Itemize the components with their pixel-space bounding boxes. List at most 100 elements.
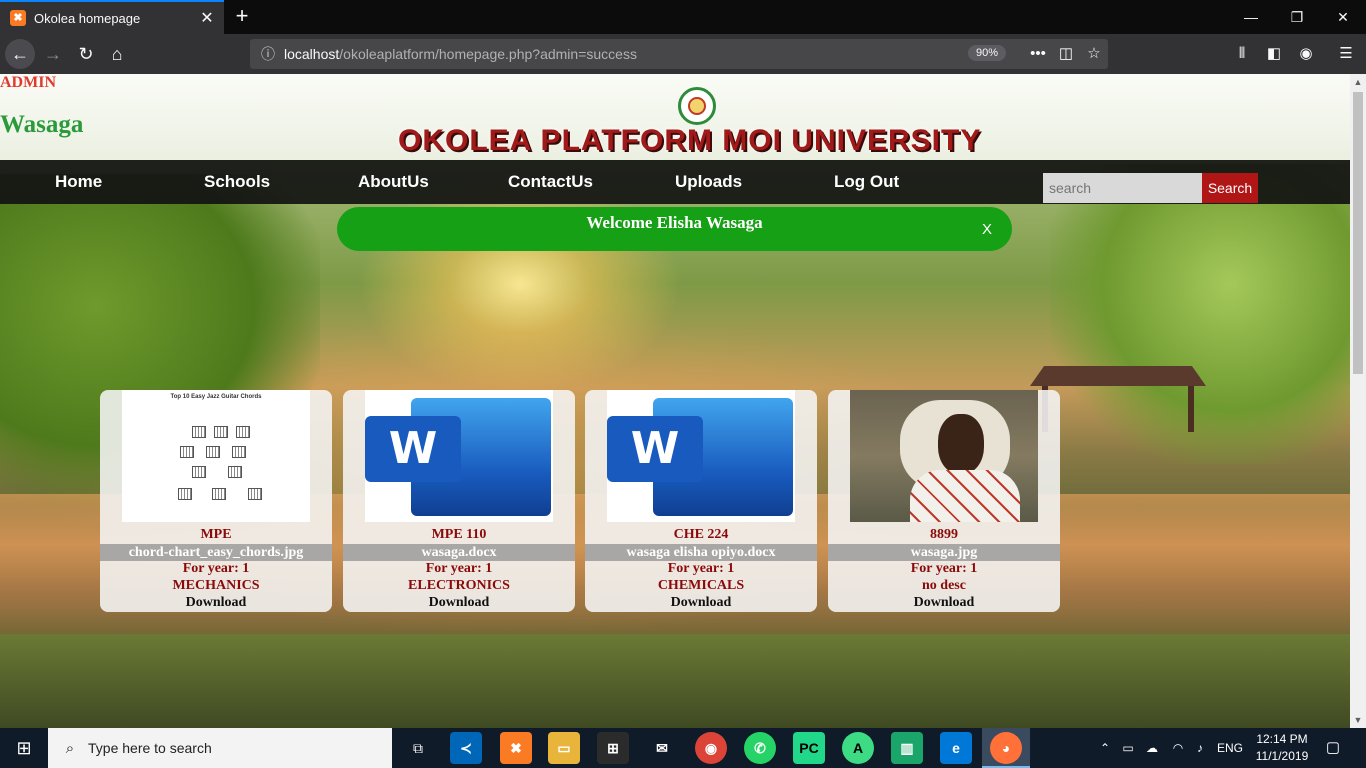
admin-label: ADMIN [0, 74, 56, 91]
menu-home[interactable]: Home [55, 160, 102, 204]
course-code: 8899 [930, 527, 958, 542]
language-indicator[interactable]: ENG [1214, 728, 1246, 768]
chord-diagram [228, 466, 242, 478]
onedrive-icon[interactable]: ☁ [1142, 728, 1162, 768]
home-icon[interactable]: ⌂ [102, 39, 132, 69]
download-link[interactable]: Download [100, 595, 332, 611]
welcome-banner: Welcome Elisha Wasaga X [337, 207, 1012, 251]
address-bar[interactable]: ⓘ localhost/okoleaplatform/homepage.php?… [250, 39, 1108, 69]
page-viewport: ADMIN Wasaga OKOLEA PLATFORM MOI UNIVERS… [0, 74, 1350, 728]
course-code: MPE 110 [431, 527, 487, 542]
menu-schools[interactable]: Schools [204, 160, 270, 204]
university-logo [678, 87, 716, 125]
menu-contact-us[interactable]: ContactUs [508, 160, 593, 204]
battery-icon[interactable]: ▭ [1118, 728, 1138, 768]
menu-icon[interactable]: ☰ [1332, 39, 1360, 69]
tab-title: Okolea homepage [34, 10, 141, 26]
scroll-up-arrow-icon[interactable]: ▲ [1350, 74, 1366, 90]
word-letter-badge: W [607, 416, 703, 482]
file-name: wasaga.jpg [828, 544, 1060, 561]
page-actions-icon[interactable]: ••• [1026, 39, 1050, 69]
clock-date[interactable]: 11/1/2019 [1252, 749, 1312, 763]
sidebar-icon[interactable]: ◧ [1260, 39, 1288, 69]
whatsapp-icon[interactable]: ✆ [744, 732, 776, 764]
mail-icon[interactable]: ✉ [646, 732, 678, 764]
welcome-text: Welcome Elisha Wasaga [586, 213, 763, 232]
tab-close-icon[interactable]: ✕ [198, 8, 216, 28]
profile-photo [850, 390, 1038, 522]
year-label: For year: 1 [425, 561, 493, 576]
edge-icon[interactable]: e [940, 732, 972, 764]
menu-about-us[interactable]: AboutUs [358, 160, 429, 204]
back-arrow-icon[interactable]: ← [5, 39, 35, 69]
taskbar-search-box[interactable]: ⌕ Type here to search [48, 728, 392, 768]
background-pavilion-roof [1030, 366, 1206, 386]
windows-start-icon[interactable]: ⊞ [0, 728, 48, 768]
card-thumbnail-image[interactable]: Top 10 Easy Jazz Guitar Chords [122, 390, 310, 522]
card-thumbnail-image[interactable]: W [607, 390, 795, 522]
vscode-icon[interactable]: ≺ [450, 732, 482, 764]
library-icon[interactable]: ⫴ [1228, 39, 1256, 69]
chord-diagram [236, 426, 250, 438]
close-window-button[interactable]: ✕ [1320, 4, 1366, 30]
file-name: chord-chart_easy_chords.jpg [100, 544, 332, 561]
show-hidden-icons-icon[interactable]: ⌃ [1096, 728, 1114, 768]
scroll-down-arrow-icon[interactable]: ▼ [1350, 712, 1366, 728]
task-view-icon[interactable]: ⧉ [402, 732, 434, 764]
app-icon[interactable]: ▥ [891, 732, 923, 764]
url-path: /okoleaplatform/homepage.php?admin=succe… [339, 46, 637, 62]
reload-icon[interactable]: ↻ [71, 39, 101, 69]
download-link[interactable]: Download [585, 595, 817, 611]
chord-diagram [212, 488, 226, 500]
zoom-level-badge[interactable]: 90% [968, 45, 1007, 61]
notifications-icon[interactable]: ▢ [1320, 728, 1346, 768]
upload-card: Top 10 Easy Jazz Guitar Chords MPE chord… [100, 390, 332, 612]
firefox-icon: ◕ [990, 732, 1022, 764]
pocket-icon[interactable]: ◫ [1054, 39, 1078, 69]
taskbar-search-placeholder: Type here to search [88, 740, 212, 756]
photo-person [938, 414, 984, 474]
card-thumbnail-image[interactable] [850, 390, 1038, 522]
background-flowers [0, 634, 1350, 728]
chord-diagram [206, 446, 220, 458]
xampp-icon[interactable]: ✖ [500, 732, 532, 764]
vertical-scrollbar[interactable]: ▲ ▼ [1350, 74, 1366, 728]
store-icon[interactable]: ⊞ [597, 732, 629, 764]
account-icon[interactable]: ◉ [1292, 39, 1320, 69]
site-header: ADMIN Wasaga OKOLEA PLATFORM MOI UNIVERS… [0, 74, 1350, 160]
download-link[interactable]: Download [343, 595, 575, 611]
scrollbar-thumb[interactable] [1353, 92, 1363, 374]
browser-tab[interactable]: ✖ Okolea homepage ✕ [0, 0, 224, 34]
forward-arrow-icon[interactable]: → [38, 39, 68, 69]
card-thumbnail-image[interactable]: W [365, 390, 553, 522]
menu-uploads[interactable]: Uploads [675, 160, 742, 204]
menu-log-out[interactable]: Log Out [834, 160, 899, 204]
file-name: wasaga elisha opiyo.docx [585, 544, 817, 561]
volume-icon[interactable]: ♪ [1190, 728, 1210, 768]
new-tab-button[interactable]: + [230, 3, 254, 29]
clock-time[interactable]: 12:14 PM [1252, 732, 1312, 746]
file-explorer-icon[interactable]: ▭ [548, 732, 580, 764]
android-studio-icon[interactable]: A [842, 732, 874, 764]
url-text[interactable]: localhost/okoleaplatform/homepage.php?ad… [284, 46, 637, 62]
file-name: wasaga.docx [343, 544, 575, 561]
download-link[interactable]: Download [828, 595, 1060, 611]
welcome-close-button[interactable]: X [977, 221, 997, 238]
restore-window-button[interactable]: ❐ [1274, 4, 1320, 30]
school-label: MECHANICS [172, 578, 260, 593]
course-code: CHE 224 [673, 527, 729, 542]
url-host: localhost [284, 46, 340, 62]
chord-diagram [248, 488, 262, 500]
bookmark-star-icon[interactable]: ☆ [1082, 39, 1106, 69]
search-button[interactable]: Search [1202, 173, 1258, 203]
windows-taskbar: ⊞ ⌕ Type here to search ⧉ ≺ ✖ ▭ ⊞ ✉ ◉ ✆ … [0, 728, 1366, 768]
site-title: OKOLEA PLATFORM MOI UNIVERSITY [398, 124, 982, 157]
chord-diagram [180, 446, 194, 458]
wifi-icon[interactable]: ◠ [1168, 728, 1188, 768]
chrome-icon[interactable]: ◉ [695, 732, 727, 764]
site-info-icon[interactable]: ⓘ [260, 44, 276, 64]
pycharm-icon[interactable]: PC [793, 732, 825, 764]
minimize-window-button[interactable]: — [1228, 4, 1274, 30]
taskbar-active-app[interactable]: ◕ [982, 728, 1030, 768]
search-input[interactable] [1043, 173, 1203, 203]
